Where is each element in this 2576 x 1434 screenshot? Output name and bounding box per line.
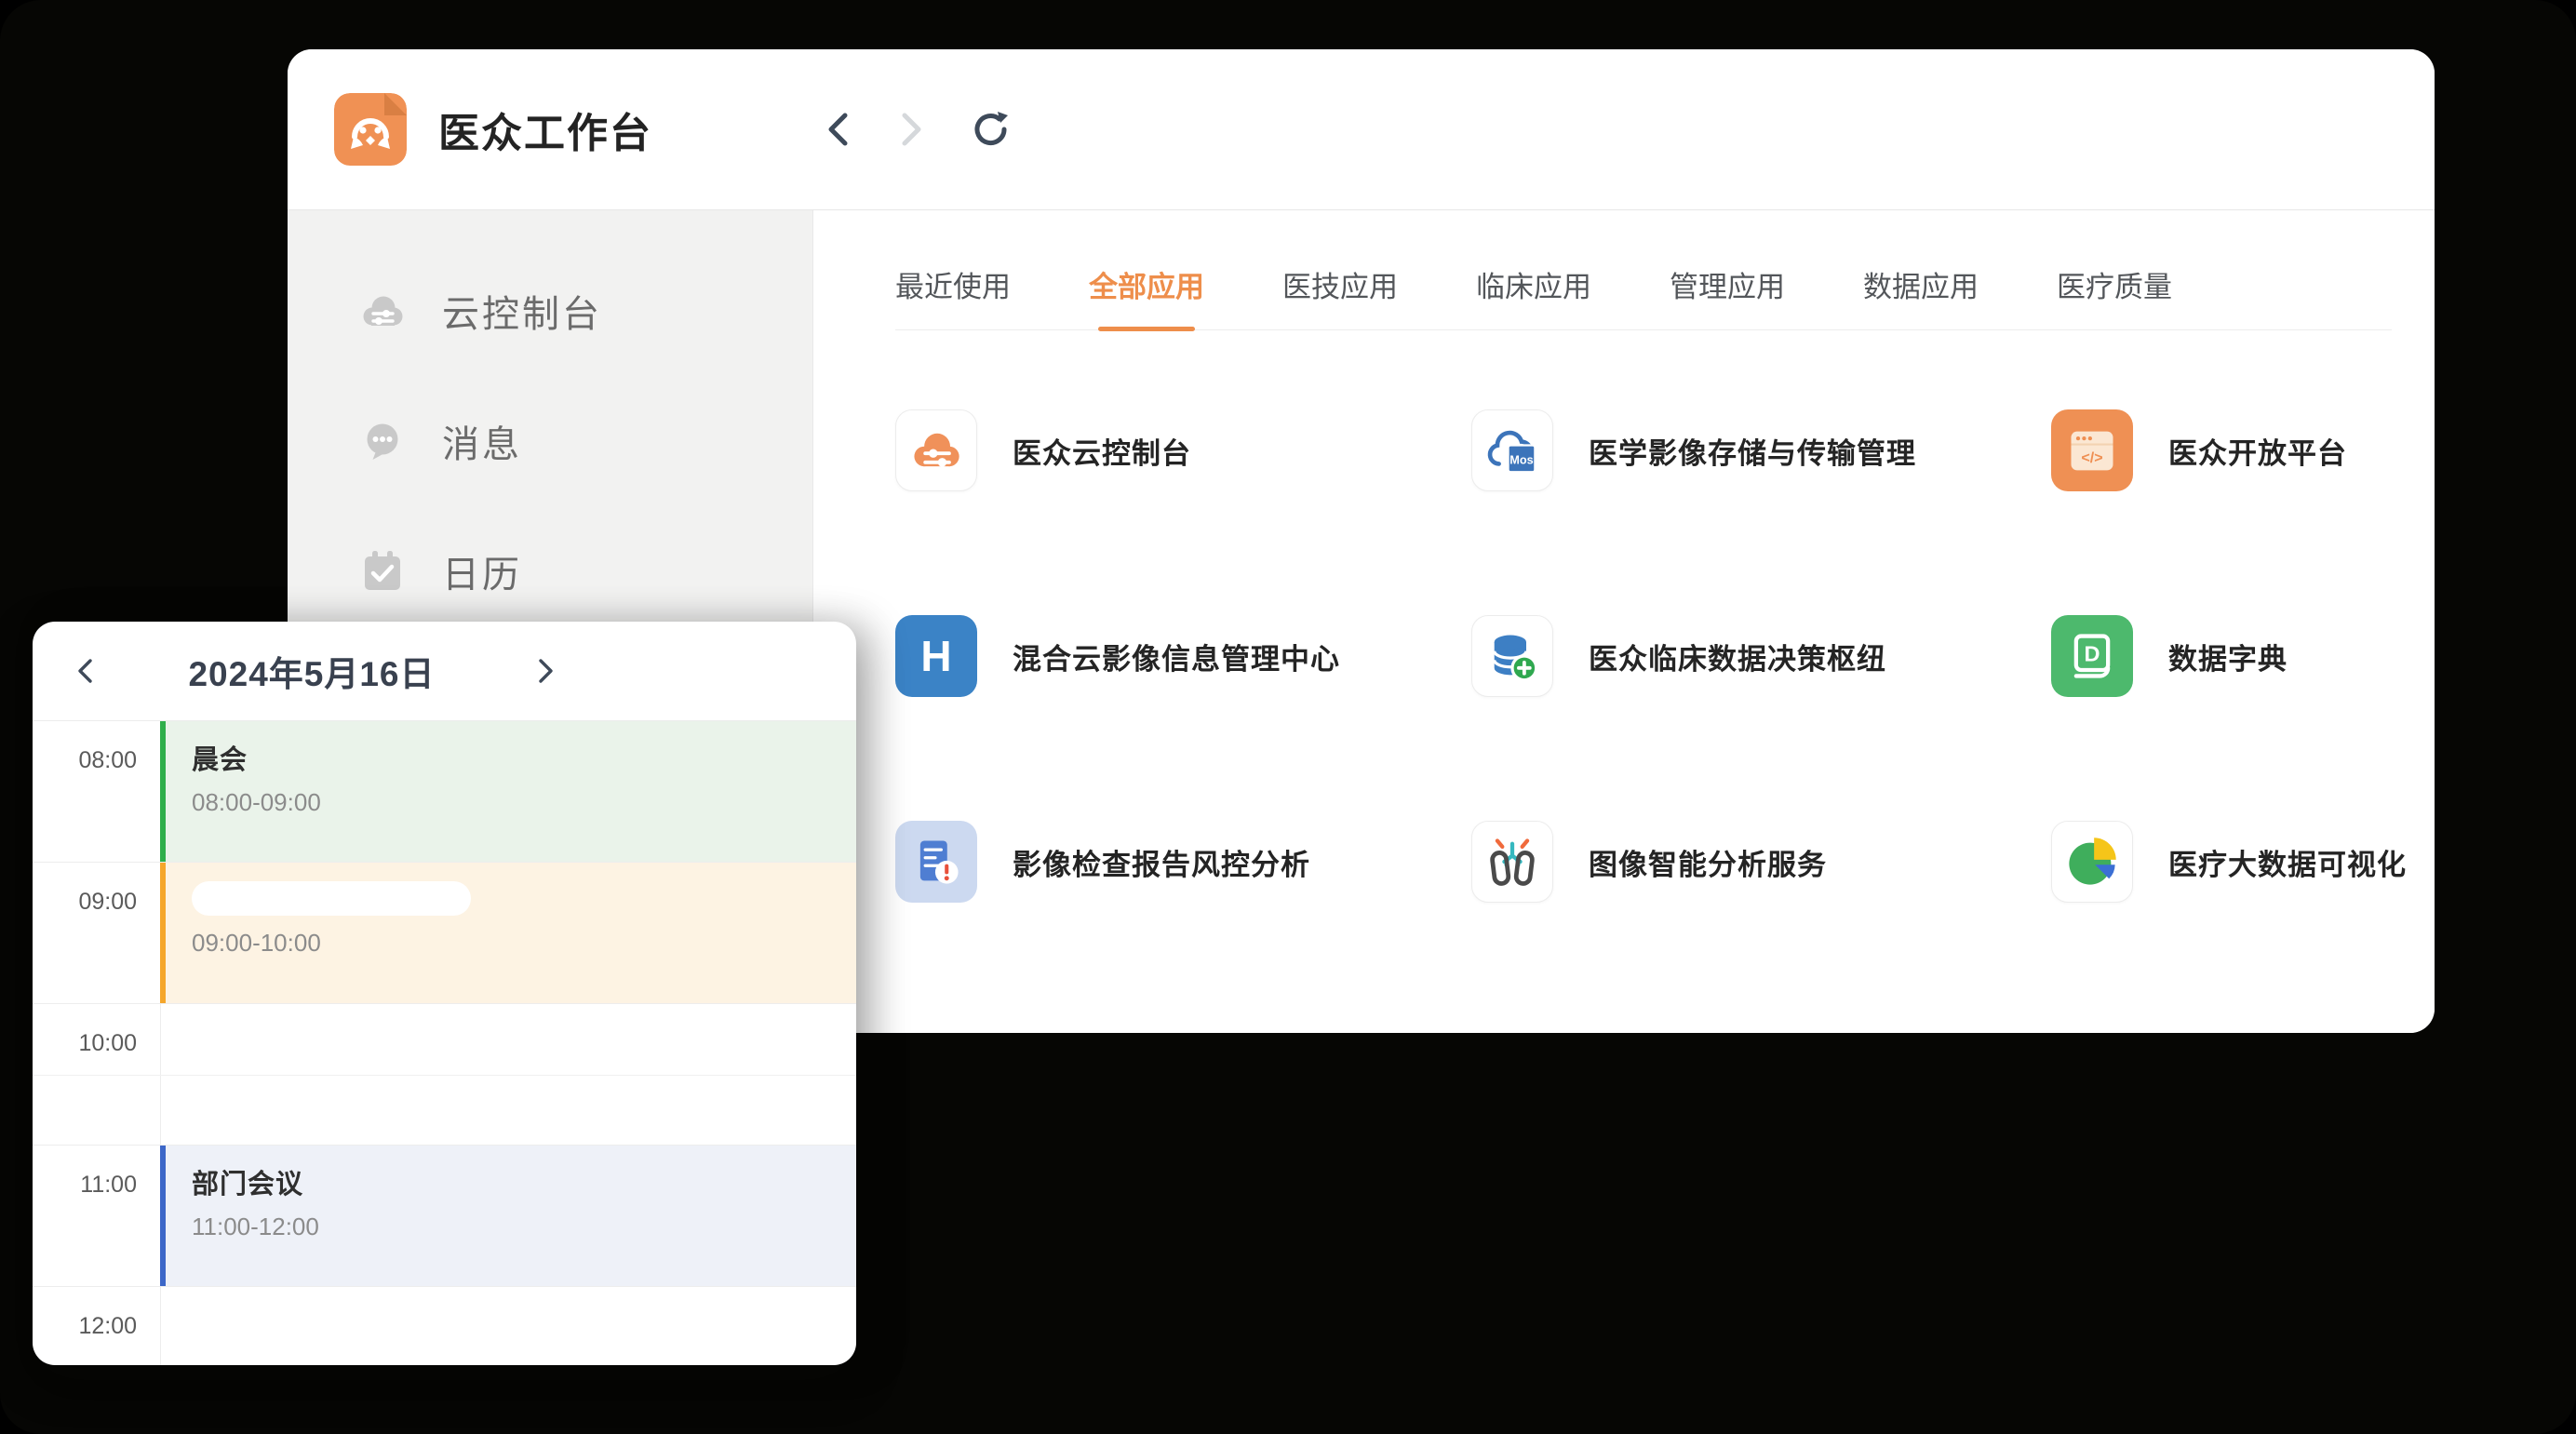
tab-all-apps[interactable]: 全部应用 [1089,263,1204,329]
svg-text:D: D [2084,641,2100,665]
app-label: 医众开放平台 [2168,430,2347,472]
sidebar-item-label: 云控制台 [442,284,602,338]
hour-label: 10:00 [33,1030,137,1057]
database-plus-icon [1484,628,1540,684]
app-cloud-console[interactable]: 医众云控制台 [895,409,1471,491]
chevron-right-icon [897,109,925,150]
tab-management-apps[interactable]: 管理应用 [1670,263,1785,329]
app-open-platform[interactable]: </> 医众开放平台 [2051,409,2435,491]
calendar-check-icon [358,547,407,596]
cloud-console-icon [358,287,407,335]
app-image-ai-analysis[interactable]: 图像智能分析服务 [1471,821,2051,903]
app-label: 医众临床数据决策枢纽 [1589,636,1886,677]
tab-bar: 最近使用 全部应用 医技应用 临床应用 管理应用 数据应用 医疗质量 [895,263,2392,330]
lungs-icon [1484,834,1540,890]
dictionary-book-icon: D [2064,628,2120,684]
pie-chart-icon [2064,834,2120,890]
svg-text:Mos: Mos [1509,452,1533,466]
event-title: 部门会议 [192,1162,856,1201]
sidebar-item-messages[interactable]: 消息 [358,395,812,488]
calendar-next-button chevron-right-icon[interactable] [533,657,557,685]
app-label: 医众云控制台 [1013,430,1191,472]
tab-medtech-apps[interactable]: 医技应用 [1282,263,1398,329]
hour-label: 11:00 [33,1172,137,1199]
app-data-dictionary[interactable]: D 数据字典 [2051,615,2435,697]
cloud-mos-icon: Mos [1483,422,1541,479]
app-logo-icon [334,93,407,166]
sidebar-item-label: 消息 [442,414,522,468]
tab-quality[interactable]: 医疗质量 [2057,263,2172,329]
event-time: 11:00-12:00 [192,1213,856,1241]
app-label: 图像智能分析服务 [1589,841,1827,883]
calendar-header: 2024年5月16日 [33,622,856,720]
chevron-left-icon [825,109,852,150]
app-hybrid-cloud-imaging[interactable]: H 混合云影像信息管理中心 [895,615,1471,697]
refresh-icon [970,108,1013,151]
calendar-row-09: 09:00 09:00-10:00 [33,863,856,1004]
event-time: 09:00-10:00 [192,929,856,958]
svg-text:</>: </> [2081,449,2102,466]
hour-label: 12:00 [33,1313,137,1340]
main-content: 最近使用 全部应用 医技应用 临床应用 管理应用 数据应用 医疗质量 [813,210,2435,1033]
back-button[interactable] [825,109,852,150]
letter-h-icon: H [920,631,951,681]
calendar-row-12: 12:00 [33,1287,856,1365]
event-title-redacted-pill [192,881,471,916]
calendar-event-department-meeting[interactable]: 部门会议 11:00-12:00 [160,1146,856,1286]
sidebar-item-cloud-console[interactable]: 云控制台 [358,264,812,357]
calendar-row-08: 08:00 晨会 08:00-09:00 [33,721,856,863]
report-alert-icon [908,834,964,890]
refresh-button[interactable] [970,108,1013,151]
app-grid: 医众云控制台 Mos 医学影像存储与传输管理 [895,409,2435,1026]
forward-button[interactable] [897,109,925,150]
calendar-event-redacted[interactable]: 09:00-10:00 [160,863,856,1003]
calendar-row-11: 11:00 部门会议 11:00-12:00 [33,1146,856,1287]
app-clinical-data-hub[interactable]: 医众临床数据决策枢纽 [1471,615,2051,697]
event-time: 08:00-09:00 [192,788,856,817]
app-label: 医学影像存储与传输管理 [1589,430,1916,472]
calendar-date: 2024年5月16日 [98,646,526,696]
tab-clinical-apps[interactable]: 临床应用 [1476,263,1591,329]
app-label: 影像检查报告风控分析 [1013,841,1310,883]
cloud-sliders-icon [908,422,964,478]
screen-background: 医众工作台 [0,0,2576,1434]
tab-recent[interactable]: 最近使用 [895,263,1011,329]
app-label: 数据字典 [2168,636,2288,677]
calendar-row-10: 10:00 [33,1004,856,1146]
calendar-day-grid: 08:00 晨会 08:00-09:00 09:00 09:00-10:00 1… [33,721,856,1365]
hour-label: 08:00 [33,747,137,774]
sidebar-item-label: 日历 [442,544,522,598]
sidebar-item-calendar[interactable]: 日历 [358,525,812,618]
event-title: 晨会 [192,738,856,777]
hour-label: 09:00 [33,889,137,916]
calendar-panel: 2024年5月16日 08:00 晨会 08:00-09:00 09:00 09… [33,622,856,1365]
app-title: 医众工作台 [438,100,652,159]
app-label: 混合云影像信息管理中心 [1013,636,1340,677]
calendar-event-morning-meeting[interactable]: 晨会 08:00-09:00 [160,721,856,862]
app-report-risk-analysis[interactable]: 影像检查报告风控分析 [895,821,1471,903]
toolbar [825,49,1013,209]
app-label: 医疗大数据可视化 [2168,841,2407,883]
code-window-icon: </> [2064,422,2120,478]
message-bubble-icon [358,417,407,465]
tab-data-apps[interactable]: 数据应用 [1863,263,1979,329]
window-header: 医众工作台 [288,49,2435,209]
app-big-data-visualization[interactable]: 医疗大数据可视化 [2051,821,2435,903]
calendar-prev-button chevron-left-icon[interactable] [74,657,98,685]
app-image-storage[interactable]: Mos 医学影像存储与传输管理 [1471,409,2051,491]
